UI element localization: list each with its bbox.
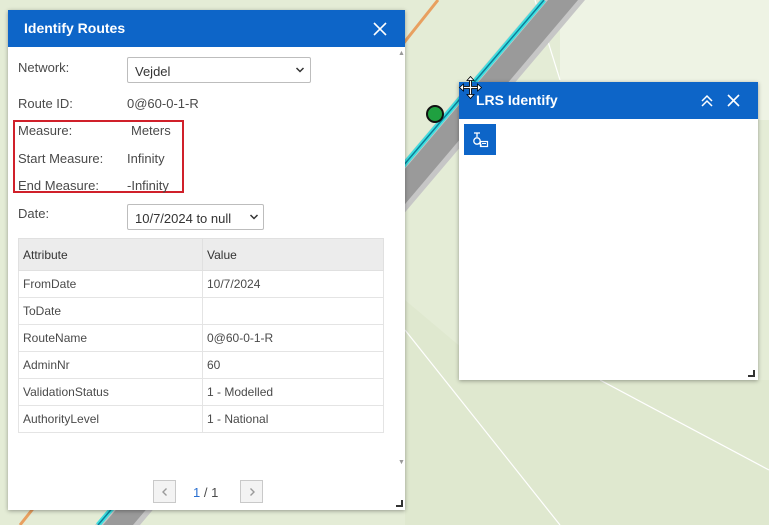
page-indicator: 1 / 1 — [193, 485, 218, 500]
close-icon[interactable] — [726, 93, 741, 108]
table-cell: FromDate — [18, 270, 203, 298]
table-row: FromDate 10/7/2024 — [18, 270, 384, 298]
page-separator: / — [200, 485, 212, 500]
identify-routes-header[interactable]: Identify Routes — [8, 10, 405, 47]
table-header-row: Attribute Value — [18, 238, 384, 271]
table-cell — [202, 297, 384, 325]
resize-handle-icon[interactable] — [396, 500, 403, 507]
table-cell: AuthorityLevel — [18, 405, 203, 433]
table-cell: 1 - Modelled — [202, 378, 384, 406]
lrs-identify-header[interactable]: LRS Identify — [459, 82, 758, 119]
resize-handle-icon[interactable] — [748, 370, 755, 377]
chevron-down-icon — [249, 214, 259, 220]
table-row: AuthorityLevel 1 - National — [18, 405, 384, 433]
chevron-down-icon — [295, 67, 305, 73]
table-cell: 1 - National — [202, 405, 384, 433]
identify-routes-panel: Identify Routes ▲ Network: Vejdel Route … — [8, 10, 405, 510]
table-cell: 60 — [202, 351, 384, 379]
table-cell: ValidationStatus — [18, 378, 203, 406]
table-cell: RouteName — [18, 324, 203, 352]
table-cell: 0@60-0-1-R — [202, 324, 384, 352]
scroll-up-arrow-icon[interactable]: ▲ — [398, 50, 405, 57]
date-select[interactable]: 10/7/2024 to null — [127, 204, 264, 230]
close-icon[interactable] — [372, 21, 388, 37]
lrs-identify-panel: LRS Identify — [459, 82, 758, 380]
identify-route-tool-button[interactable] — [464, 124, 496, 155]
table-cell: 10/7/2024 — [202, 270, 384, 298]
table-header-value: Value — [202, 238, 384, 271]
route-id-label: Route ID: — [18, 96, 73, 111]
move-cursor-icon — [459, 76, 482, 99]
date-label: Date: — [18, 206, 50, 221]
network-select-value: Vejdel — [135, 64, 171, 79]
start-measure-value: Infinity — [127, 151, 165, 166]
table-cell: AdminNr — [18, 351, 203, 379]
date-select-value: 10/7/2024 to null — [135, 211, 232, 226]
table-row: ToDate — [18, 297, 384, 325]
table-row: AdminNr 60 — [18, 351, 384, 379]
table-header-attribute: Attribute — [18, 238, 203, 271]
table-row: ValidationStatus 1 - Modelled — [18, 378, 384, 406]
previous-page-button[interactable] — [153, 480, 176, 503]
network-label: Network: — [18, 60, 70, 75]
lrs-identify-title: LRS Identify — [476, 92, 558, 108]
measure-value: Meters — [131, 123, 171, 138]
identify-routes-title: Identify Routes — [24, 20, 126, 36]
chevron-right-icon — [250, 488, 255, 496]
end-measure-value: -Infinity — [127, 178, 169, 193]
total-pages: 1 — [211, 485, 219, 500]
attribute-table: Attribute Value FromDate 10/7/2024 ToDat… — [18, 238, 384, 433]
identify-route-tool-icon — [473, 132, 489, 148]
table-row: RouteName 0@60-0-1-R — [18, 324, 384, 352]
end-measure-label: End Measure: — [18, 178, 99, 193]
scroll-down-arrow-icon[interactable]: ▼ — [398, 459, 405, 466]
collapse-chevron-up-icon[interactable] — [700, 94, 714, 108]
next-page-button[interactable] — [240, 480, 263, 503]
table-cell: ToDate — [18, 297, 203, 325]
route-id-value: 0@60-0-1-R — [127, 96, 199, 111]
chevron-left-icon — [162, 488, 167, 496]
start-measure-label: Start Measure: — [18, 151, 104, 166]
network-select[interactable]: Vejdel — [127, 57, 311, 83]
measure-label: Measure: — [18, 123, 73, 138]
route-point-marker[interactable] — [426, 105, 444, 123]
